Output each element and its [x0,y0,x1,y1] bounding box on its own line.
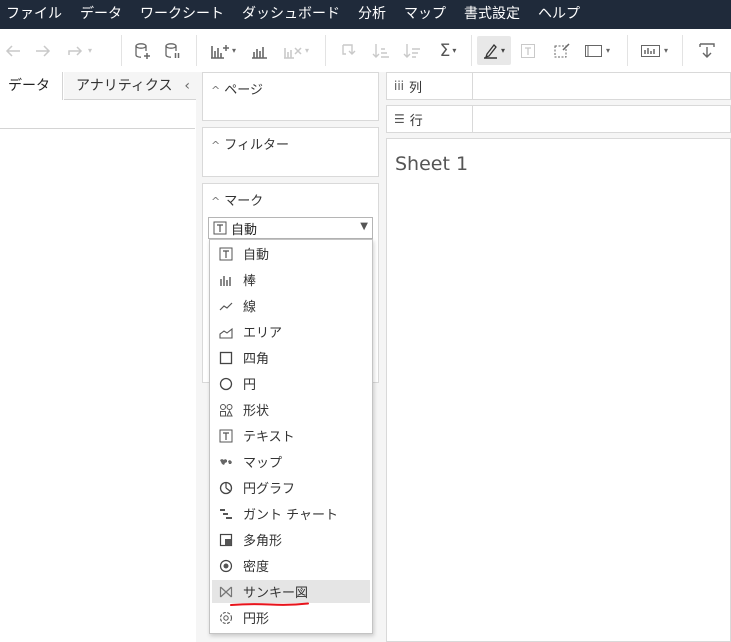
rows-icon: ☰ [394,112,405,126]
fit-view-icon[interactable]: ▾ [580,29,614,72]
sankey-icon [218,584,234,600]
line-icon [218,298,234,314]
area-icon [218,324,234,340]
mark-option-density[interactable]: 密度 [212,554,370,577]
back-arrow-icon[interactable] [2,29,24,72]
bar-icon [218,272,234,288]
menu-worksheet[interactable]: ワークシート [131,0,233,29]
menu-format[interactable]: 書式設定 [455,0,529,29]
chevron-up-icon: ^ [211,139,221,152]
menu-dashboard[interactable]: ダッシュボード [233,0,349,29]
menu-help[interactable]: ヘルプ [529,0,589,29]
mark-option-area[interactable]: エリア [212,320,370,343]
toolbar-separator [325,35,326,66]
fix-axes-icon[interactable] [550,29,574,72]
columns-icon: iii [394,79,405,93]
new-datasource-icon[interactable] [132,29,154,72]
mark-option-automatic[interactable]: 自動 [212,242,370,265]
swap-rows-columns-icon[interactable] [337,29,361,72]
text-box-icon [218,246,234,262]
radial-icon [218,610,234,626]
marks-card-title[interactable]: ^ マーク [211,190,263,209]
redo-icon[interactable]: ▾ [62,29,96,72]
mark-option-text[interactable]: テキスト [212,424,370,447]
sort-descending-icon[interactable] [400,29,424,72]
text-box-icon [213,221,227,235]
toolbar-separator [471,35,472,66]
filters-card[interactable]: ^ フィルター [202,127,379,177]
mark-option-shape[interactable]: 形状 [212,398,370,421]
map-icon [218,454,234,470]
forward-arrow-icon[interactable] [32,29,54,72]
square-icon [218,350,234,366]
columns-shelf[interactable]: iii 列 [386,72,731,100]
mark-option-radial[interactable]: 円形 [212,606,370,629]
circle-icon [218,376,234,392]
toolbar-separator [121,35,122,66]
mark-option-sankey[interactable]: サンキー図 [212,580,370,603]
menu-data[interactable]: データ [71,0,131,29]
chevron-up-icon: ^ [211,84,221,97]
rows-shelf[interactable]: ☰ 行 [386,105,731,133]
density-icon [218,558,234,574]
pages-card[interactable]: ^ ページ [202,72,379,121]
tab-analytics-label: アナリティクス [76,78,173,94]
duplicate-sheet-icon[interactable] [248,29,272,72]
polygon-icon [218,532,234,548]
worksheet-area: iii 列 ☰ 行 Sheet 1 [386,72,731,642]
clear-sheet-icon[interactable]: ▾ [280,29,312,72]
pie-icon [218,480,234,496]
toolbar-separator [196,35,197,66]
mark-option-pie[interactable]: 円グラフ [212,476,370,499]
columns-shelf-label: iii 列 [387,73,473,99]
tab-analytics[interactable]: アナリティクス ‹ [64,72,196,100]
gantt-icon [218,506,234,522]
filters-card-title[interactable]: ^ フィルター [211,134,289,153]
highlight-icon[interactable]: ▾ [477,36,511,65]
sort-ascending-icon[interactable] [369,29,393,72]
rows-shelf-label: ☰ 行 [387,106,473,132]
mark-option-bar[interactable]: 棒 [212,268,370,291]
mark-option-map[interactable]: マップ [212,450,370,473]
text-box-icon [218,428,234,444]
sheet-title[interactable]: Sheet 1 [395,153,468,175]
show-mark-labels-icon[interactable] [516,29,540,72]
tab-data[interactable]: データ [0,72,63,100]
menu-bar: ファイル データ ワークシート ダッシュボード 分析 マップ 書式設定 ヘルプ [0,0,731,29]
new-worksheet-icon[interactable]: ▾ [208,29,238,72]
totals-icon[interactable]: Σ ▾ [434,29,462,72]
pause-update-icon[interactable] [162,29,184,72]
pages-card-title[interactable]: ^ ページ [211,79,263,98]
mark-type-selected: 自動 [231,222,258,238]
mark-type-dropdown: 自動 棒 線 エリア 四角 円 形状 テキスト マップ 円グラフ ガント チャー… [209,239,373,634]
mark-option-line[interactable]: 線 [212,294,370,317]
data-pane: データ アナリティクス ‹ [0,72,197,642]
mark-option-gantt[interactable]: ガント チャート [212,502,370,525]
view-area[interactable]: Sheet 1 [386,138,731,642]
menu-map[interactable]: マップ [395,0,455,29]
toolbar: ▾ ▾ ▾ Σ ▾ ▾ ▾ ▾ [0,29,731,73]
chevron-down-icon: ▼ [360,221,368,232]
shapes-icon [218,402,234,418]
present-icon[interactable] [694,29,720,72]
toolbar-separator [627,35,628,66]
mark-type-select[interactable]: 自動 ▼ [208,217,373,239]
menu-analysis[interactable]: 分析 [349,0,395,29]
collapse-pane-button[interactable]: ‹ [184,72,190,100]
annotation-underline [230,602,309,606]
pane-divider [0,128,195,129]
mark-option-circle[interactable]: 円 [212,372,370,395]
chevron-up-icon: ^ [211,195,221,208]
menu-file[interactable]: ファイル [0,0,71,29]
mark-option-square[interactable]: 四角 [212,346,370,369]
mark-option-polygon[interactable]: 多角形 [212,528,370,551]
show-me-icon[interactable]: ▾ [636,29,672,72]
toolbar-separator [682,35,683,66]
